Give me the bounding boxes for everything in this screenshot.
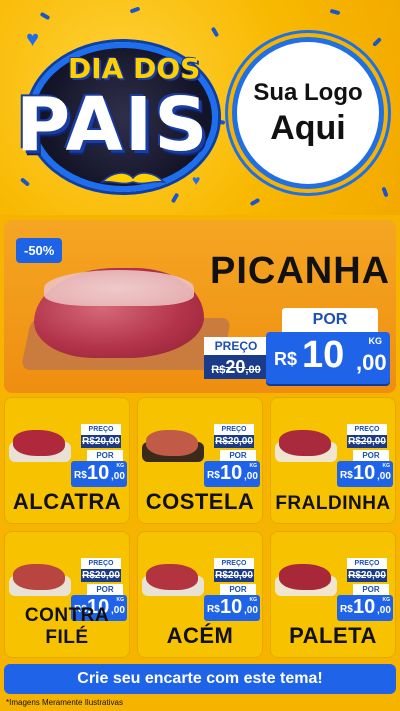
price-unit: KG [249,597,258,603]
new-price-integer: 10 [353,462,376,484]
new-price-currency: R$ [74,470,87,481]
new-price: R$ 10 ,00 KG [337,461,393,487]
price-unit: KG [382,463,391,469]
mustache-icon [99,172,167,185]
new-price-label: POR [353,450,389,461]
new-price-integer: 10 [302,334,345,376]
create-flyer-button[interactable]: Crie seu encarte com este tema! [4,664,396,694]
header-banner: ♥ ♥ DIA DOS PAIS Sua Logo Aqui [0,0,400,215]
new-price-decimal: ,00 [377,471,391,482]
dia-dos-pais-badge: ♥ ♥ DIA DOS PAIS [10,22,220,197]
new-price-label: POR [353,584,389,595]
fraldinha-image [279,430,331,456]
old-price: R$20,00 [347,435,387,448]
discount-badge: -50% [16,238,63,263]
product-name: COSTELA [145,489,255,514]
price-unit: KG [249,463,258,469]
featured-offer-card[interactable]: -50% PICANHA PREÇO R$20,00 POR R$ 10 ,00… [4,220,396,393]
new-price-label: POR [220,450,256,461]
price-unit: KG [382,597,391,603]
old-price-label: PREÇO [214,424,254,435]
price-unit: KG [116,463,125,469]
product-card-fraldinha[interactable]: PREÇO R$20,00 POR R$ 10 ,00 KG FRALDINHA [270,397,396,524]
confetti-decoration [381,186,389,198]
new-price-decimal: ,00 [377,605,391,616]
paleta-image [279,564,331,590]
confetti-decoration [329,8,341,16]
product-name: FRALDINHA [275,493,391,514]
old-price-label: PREÇO [81,558,121,569]
new-price-currency: R$ [207,470,220,481]
acem-image [146,564,198,590]
price-unit: KG [116,597,125,603]
new-price: R$ 10 ,00 KG [71,461,127,487]
new-price-integer: 10 [220,596,243,618]
old-price-label: PREÇO [214,558,254,569]
confetti-decoration [372,37,382,47]
product-name: PALETA [289,623,377,648]
title-pais: PAIS [16,82,210,168]
old-price: R$20,00 [347,569,387,582]
old-price-decimal: ,00 [245,364,261,376]
confetti-decoration [249,197,261,207]
alcatra-image [13,430,65,456]
product-card-costela[interactable]: PREÇO R$20,00 POR R$ 10 ,00 KG COSTELA [137,397,263,524]
old-price: R$20,00 [204,355,268,379]
new-price: R$ 10 ,00 KG [337,595,393,621]
old-price: R$20,00 [214,569,254,582]
old-price-label: PREÇO [347,558,387,569]
disclaimer-text: *Imagens Meramente Ilustrativas [6,698,123,707]
confetti-decoration [129,6,141,14]
logo-placeholder: Sua Logo Aqui [232,37,384,189]
heart-icon: ♥ [192,172,201,188]
new-price-decimal: ,00 [244,471,258,482]
product-card-alcatra[interactable]: PREÇO R$20,00 POR R$ 10 ,00 KG ALCATRA [4,397,130,524]
picanha-fat-layer [44,270,194,306]
new-price-currency: R$ [207,604,220,615]
new-price-decimal: ,00 [356,350,387,375]
new-price-currency: R$ [274,349,298,369]
new-price-decimal: ,00 [111,471,125,482]
product-name: ACÉM [166,623,234,648]
product-card-contra-file[interactable]: PREÇO R$20,00 POR R$ 10 ,00 KG CONTRA FI… [4,531,130,658]
old-price-label: PREÇO [347,424,387,435]
old-price: R$20,00 [214,435,254,448]
new-price: R$ 10 ,00 KG [204,461,260,487]
old-price-integer: 20 [225,357,246,377]
old-price-label: PREÇO [204,337,268,355]
new-price: R$ 10 ,00 KG [204,595,260,621]
product-card-acem[interactable]: PREÇO R$20,00 POR R$ 10 ,00 KG ACÉM [137,531,263,658]
logo-text-line2: Aqui [270,108,346,147]
price-unit: KG [368,336,383,346]
new-price-label: POR [87,584,123,595]
contra-file-image [13,564,65,590]
new-price-integer: 10 [220,462,243,484]
new-price-currency: R$ [340,604,353,615]
confetti-decoration [39,11,51,21]
product-card-paleta[interactable]: PREÇO R$20,00 POR R$ 10 ,00 KG PALETA [270,531,396,658]
old-price: R$20,00 [81,435,121,448]
new-price-integer: 10 [353,596,376,618]
title-dia-dos: DIA DOS [68,52,201,85]
new-price-currency: R$ [340,470,353,481]
new-price-label: POR [87,450,123,461]
heart-icon: ♥ [26,26,40,51]
featured-product-name: PICANHA [210,250,391,292]
new-price-label: POR [282,308,378,332]
old-price-currency: R$ [211,364,226,376]
new-price-decimal: ,00 [244,605,258,616]
old-price: R$20,00 [81,569,121,582]
product-name: CONTRA FILÉ [24,605,110,648]
new-price: R$ 10 ,00 KG [266,332,390,384]
product-name: ALCATRA [12,489,122,514]
new-price-integer: 10 [87,462,110,484]
old-price-label: PREÇO [81,424,121,435]
new-price-label: POR [220,584,256,595]
logo-text-line1: Sua Logo [253,78,363,106]
costela-image [146,430,198,456]
